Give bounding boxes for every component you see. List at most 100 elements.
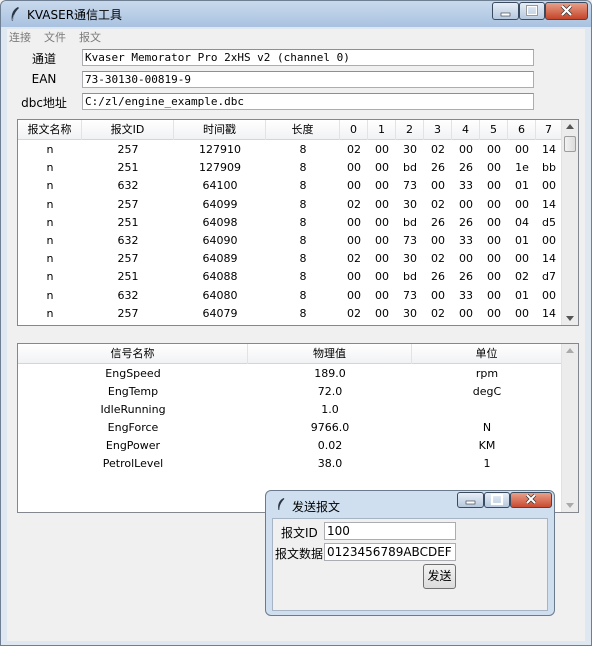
dialog-close-button[interactable] [510,492,552,508]
table-row[interactable]: n 257 64079 8 02 00 30 02 00 00 00 14 [18,305,562,323]
column-header[interactable]: 报文名称 [18,120,82,140]
dialog-client-area: 报文ID 100 报文数据 0123456789ABCDEF 发送 [272,518,548,611]
column-header[interactable]: 物理值 [248,344,412,364]
message-data-input[interactable]: 0123456789ABCDEF [324,543,456,561]
column-header[interactable]: 报文ID [82,120,174,140]
title-bar[interactable]: KVASER通信工具 [1,1,591,27]
table-cell: 8 [299,270,307,284]
column-header[interactable]: 1 [368,120,396,140]
table-row[interactable]: EngPower 0.02 KM [18,437,562,455]
table-cell: 30 [403,306,417,320]
table-cell: 8 [299,215,307,229]
table-cell: d7 [542,270,556,284]
column-header[interactable]: 5 [480,120,508,140]
table-row[interactable]: n 251 127909 8 00 00 bd 26 26 00 1e bb [18,159,562,177]
dialog-minimize-button[interactable] [457,492,484,508]
menu-connect[interactable]: 连接 [9,29,31,45]
column-header[interactable]: 信号名称 [18,344,248,364]
table-cell: 632 [117,288,139,302]
menu-file[interactable]: 文件 [44,29,66,45]
table-cell: bd [403,161,417,175]
table-cell: 33 [459,179,473,193]
table-row[interactable]: n 257 127910 8 02 00 30 02 00 00 00 14 [18,141,562,159]
table-cell: 0.02 [317,439,343,452]
table-cell: 00 [487,161,501,175]
column-header[interactable]: 长度 [266,120,340,140]
table-cell: 01 [515,179,529,193]
table-cell: 00 [375,215,389,229]
table-cell: 26 [459,215,473,229]
table-row[interactable]: PetrolLevel 38.0 1 [18,455,562,473]
table-cell: 8 [299,143,307,156]
table-cell: 30 [403,197,417,211]
table-cell: 00 [375,270,389,284]
column-header[interactable]: 2 [396,120,424,140]
table-cell: 00 [347,161,361,175]
scrollbar-thumb[interactable] [564,136,576,152]
table-row[interactable]: EngForce 9766.0 N [18,419,562,437]
ean-label: EAN [31,72,57,86]
table-row[interactable]: n 632 64080 8 00 00 73 00 33 00 01 00 [18,287,562,305]
ean-field[interactable]: 73-30130-00819-9 [82,71,534,88]
table-cell: 00 [347,215,361,229]
table-row[interactable]: n 257 64099 8 02 00 30 02 00 00 00 14 [18,196,562,214]
table-row[interactable]: n 257 64089 8 02 00 30 02 00 00 00 14 [18,250,562,268]
scroll-up-arrow-icon[interactable] [566,124,574,129]
table-cell: 257 [117,197,139,211]
scroll-down-arrow-icon[interactable] [566,316,574,321]
table-cell: 00 [515,252,529,266]
table-cell: 73 [403,288,417,302]
table-row[interactable]: n 632 64090 8 00 00 73 00 33 00 01 00 [18,232,562,250]
table-cell: n [46,215,54,229]
column-header[interactable]: 7 [536,120,562,140]
table-cell: 00 [347,288,361,302]
table-cell: 64100 [202,179,238,193]
table-cell: 8 [299,161,307,175]
main-window: KVASER通信工具 连接 文件 报文 通道 Kvaser Memorator … [0,0,592,646]
channel-field[interactable]: Kvaser Memorator Pro 2xHS v2 (channel 0) [82,49,534,66]
scroll-down-arrow-icon[interactable] [566,503,574,508]
column-header[interactable]: 时间戳 [174,120,266,140]
column-header[interactable]: 单位 [412,344,562,364]
column-header[interactable]: 3 [424,120,452,140]
table-cell: bd [403,215,417,229]
dialog-maximize-button[interactable] [484,492,510,508]
table-cell: 02 [347,252,361,266]
minimize-button[interactable] [492,2,519,20]
table-cell: 26 [459,161,473,175]
message-id-input[interactable]: 100 [324,522,456,540]
close-button[interactable] [545,2,588,20]
signal-table-scrollbar[interactable] [561,344,578,512]
scroll-up-arrow-icon[interactable] [566,348,574,353]
send-button[interactable]: 发送 [423,564,456,589]
table-cell: EngForce [107,421,159,434]
table-cell: 00 [375,306,389,320]
table-row[interactable]: IdleRunning 1.0 [18,401,562,419]
column-header[interactable]: 0 [340,120,368,140]
message-table: 报文名称 报文ID 时间戳 长度 0 1 2 3 4 5 6 7 n 257 127… [17,119,579,326]
message-table-scrollbar[interactable] [561,120,578,325]
table-cell: 00 [375,252,389,266]
table-cell: 00 [515,306,529,320]
table-cell: 00 [347,234,361,247]
table-cell: EngPower [105,439,161,452]
column-header[interactable]: 6 [508,120,536,140]
table-row[interactable]: EngSpeed 189.0 rpm [18,365,562,383]
table-cell: 127910 [199,143,241,156]
maximize-icon [525,4,539,17]
menu-message[interactable]: 报文 [79,29,101,45]
menu-bar: 连接 文件 报文 [7,29,585,44]
table-row[interactable]: n 251 64088 8 00 00 bd 26 26 00 02 d7 [18,268,562,286]
table-row[interactable]: EngTemp 72.0 degC [18,383,562,401]
maximize-button[interactable] [519,2,545,20]
table-row[interactable]: n 632 64100 8 00 00 73 00 33 00 01 00 [18,177,562,195]
table-cell: 26 [459,270,473,284]
table-cell: n [46,143,54,156]
table-cell: EngSpeed [105,367,161,380]
table-row[interactable]: n 251 64098 8 00 00 bd 26 26 00 04 d5 [18,214,562,232]
dbc-path-field[interactable]: C:/zl/engine_example.dbc [82,93,534,110]
column-header[interactable]: 4 [452,120,480,140]
table-cell: 00 [375,161,389,175]
table-cell: 8 [299,179,307,193]
table-cell: 00 [542,288,556,302]
